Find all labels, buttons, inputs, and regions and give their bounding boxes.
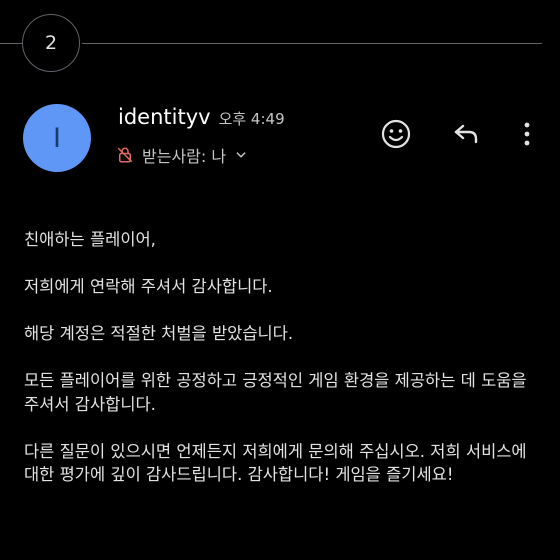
body-paragraph: 모든 플레이어를 위한 공정하고 긍정적인 게임 환경을 제공하는 데 도움을 … xyxy=(24,371,527,414)
collapsed-messages-count[interactable]: 2 xyxy=(22,14,80,72)
body-paragraph: 다른 질문이 있으시면 언제든지 저희에게 문의해 주십시오. 저희 서비스에 … xyxy=(24,441,527,485)
more-vert-icon xyxy=(524,122,530,146)
message-time: 오후 4:49 xyxy=(218,110,285,128)
body-paragraph: 저희에게 연락해 주셔서 감사합니다. xyxy=(24,277,273,296)
sender-name: identityv xyxy=(118,105,211,129)
thread-divider-right xyxy=(82,43,542,44)
sender-header[interactable]: identityv 오후 4:49 xyxy=(118,105,285,129)
message-body: 친애하는 플레이어, 저희에게 연락해 주셔서 감사합니다. 해당 계정은 적절… xyxy=(24,228,544,510)
lock-off-icon xyxy=(117,147,133,163)
body-paragraph: 해당 계정은 적절한 처벌을 받았습니다. xyxy=(24,324,294,343)
reply-button[interactable] xyxy=(448,116,484,152)
avatar-initial: I xyxy=(53,122,61,154)
add-reaction-button[interactable] xyxy=(378,116,414,152)
thread-divider-left xyxy=(0,43,22,44)
chevron-down-icon xyxy=(236,152,246,158)
emoji-reaction-icon xyxy=(381,119,411,149)
recipient-label: 받는사람: 나 xyxy=(142,147,227,166)
sender-avatar[interactable]: I xyxy=(23,104,91,172)
body-paragraph: 친애하는 플레이어, xyxy=(24,230,156,249)
reply-icon xyxy=(454,124,478,144)
more-options-button[interactable] xyxy=(509,116,545,152)
recipient-details-toggle[interactable]: 받는사람: 나 xyxy=(116,143,248,167)
